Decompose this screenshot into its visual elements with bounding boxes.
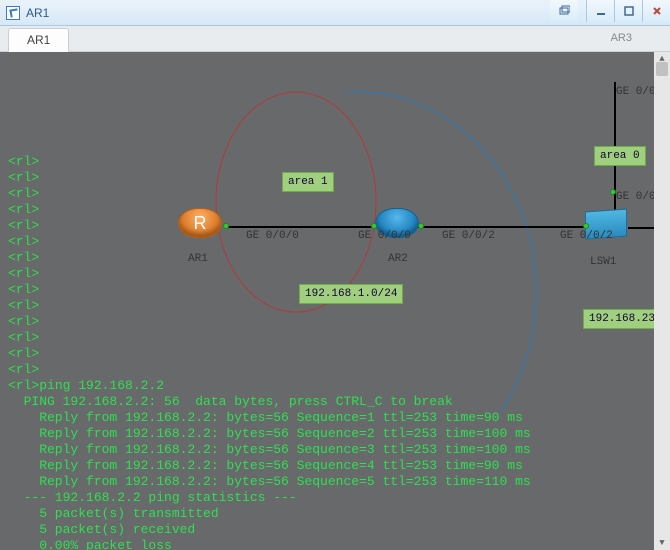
- scrollbar[interactable]: ▲ ▼: [654, 52, 670, 550]
- terminal-output: <rl> <rl> <rl> <rl> <rl> <rl> <rl> <rl> …: [8, 154, 662, 550]
- ping-reply: Reply from 192.168.2.2: bytes=56 Sequenc…: [8, 410, 523, 425]
- prompt-line: <rl>: [8, 282, 39, 297]
- prompt-line: <rl>: [8, 314, 39, 329]
- prompt-line: <rl>: [8, 154, 39, 169]
- title-bar: AR1: [0, 0, 670, 26]
- terminal[interactable]: area 1 area 0 R AR1 AR2 LSW1 GE 0/0/0 GE…: [0, 52, 670, 550]
- prompt-line: <rl>: [8, 234, 39, 249]
- prompt-line: <rl>: [8, 170, 39, 185]
- window-title: AR1: [26, 6, 49, 20]
- prompt-line: <rl>: [8, 330, 39, 345]
- prompt-line: <rl>: [8, 218, 39, 233]
- ping-stat: 5 packet(s) received: [8, 522, 195, 537]
- prompt-line: <rl>: [8, 346, 39, 361]
- ping-reply: Reply from 192.168.2.2: bytes=56 Sequenc…: [8, 426, 531, 441]
- close-icon: [651, 5, 663, 17]
- detach-icon: [558, 5, 570, 17]
- prompt-line: <rl>: [8, 202, 39, 217]
- ping-stat: 0.00% packet loss: [8, 538, 172, 550]
- prompt-line: <rl>: [8, 362, 39, 377]
- prompt-line: <rl>: [8, 298, 39, 313]
- minimize-icon: [595, 5, 607, 17]
- ping-reply: Reply from 192.168.2.2: bytes=56 Sequenc…: [8, 442, 531, 457]
- prompt-line: <rl>: [8, 266, 39, 281]
- ping-stat: 5 packet(s) transmitted: [8, 506, 219, 521]
- window-controls: [550, 0, 670, 22]
- maximize-icon: [623, 5, 635, 17]
- scroll-thumb[interactable]: [656, 62, 668, 76]
- tab-ar1[interactable]: AR1: [8, 28, 69, 52]
- close-button[interactable]: [642, 0, 670, 22]
- topology-label-ar3: AR3: [611, 32, 632, 44]
- app-icon: [6, 6, 20, 20]
- maximize-button[interactable]: [614, 0, 642, 22]
- ping-header: PING 192.168.2.2: 56 data bytes, press C…: [8, 394, 453, 409]
- ping-reply: Reply from 192.168.2.2: bytes=56 Sequenc…: [8, 458, 523, 473]
- scroll-down-arrow[interactable]: ▼: [654, 536, 670, 550]
- ping-stats-header: --- 192.168.2.2 ping statistics ---: [8, 490, 297, 505]
- minimize-button[interactable]: [586, 0, 614, 22]
- command-line: <rl>ping 192.168.2.2: [8, 378, 164, 393]
- detach-button[interactable]: [550, 0, 578, 22]
- prompt-line: <rl>: [8, 250, 39, 265]
- prompt-line: <rl>: [8, 186, 39, 201]
- ping-reply: Reply from 192.168.2.2: bytes=56 Sequenc…: [8, 474, 531, 489]
- tab-strip: AR1 AR3: [0, 26, 670, 52]
